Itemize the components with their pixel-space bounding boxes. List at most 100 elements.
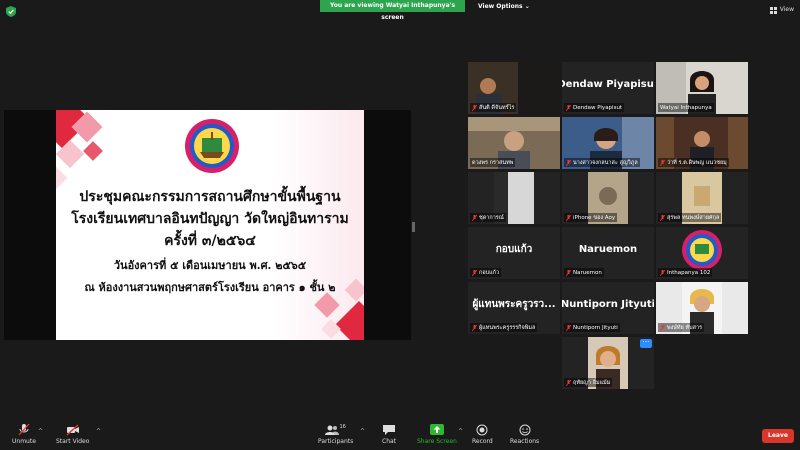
- mic-muted-icon: [472, 104, 477, 111]
- mic-muted-icon: [472, 214, 477, 221]
- mic-muted-icon: [18, 424, 30, 436]
- participant-display-name: กอบแก้ว: [495, 243, 533, 255]
- participant-label: iPhone ของ Aoy: [564, 213, 618, 222]
- participant-label: Nuntiporn Jityuti: [564, 323, 620, 332]
- participant-display-name: Nuntiporn Jityuti: [562, 298, 654, 310]
- participants-label: Participants: [318, 438, 354, 445]
- participant-display-name: Dendaw Piyapisut: [562, 78, 654, 90]
- presentation-slide: ประชุมคณะกรรมการสถานศึกษาขั้นพื้นฐาน โรง…: [56, 110, 364, 340]
- slide-decoration: [83, 141, 103, 161]
- participant-name: ชุดาการณ์: [479, 214, 504, 221]
- participant-name: Naruemon: [573, 269, 602, 276]
- participant-name: Nuntiporn Jityuti: [573, 324, 618, 331]
- chat-button[interactable]: Chat: [382, 424, 396, 445]
- participant-name: Inthapanya 102: [667, 269, 711, 276]
- chat-icon: [383, 425, 396, 435]
- slide-date-line: วันอังคารที่ ๕ เดือนเมษายน พ.ศ. ๒๕๖๕: [113, 259, 307, 272]
- participant-tile[interactable]: ··· ฤทัยญา อิ่มแม้ม: [562, 337, 654, 389]
- school-logo-icon: [185, 119, 239, 173]
- mic-muted-icon: [566, 269, 571, 276]
- reactions-label: Reactions: [510, 438, 540, 445]
- participant-label: นางสาวจงกลนาสะ สูญวิภูล: [564, 158, 640, 167]
- participant-name: พงษ์ทัย ทับสาร: [667, 324, 703, 331]
- leave-button[interactable]: Leave: [762, 429, 794, 443]
- slide-decoration: [334, 300, 364, 340]
- slide-decoration: [314, 292, 340, 318]
- shared-screen[interactable]: ประชุมคณะกรรมการสถานศึกษาขั้นพื้นฐาน โรง…: [4, 110, 411, 340]
- participant-label: ดวงพร กราสนทพ: [470, 158, 516, 167]
- chevron-down-icon: ⌄: [524, 3, 530, 10]
- participant-tile[interactable]: ดวงพร กราสนทพ: [468, 117, 560, 169]
- participant-name: สุรพล ทนพงษ์สายศกุล: [667, 214, 720, 221]
- share-screen-icon: [429, 424, 444, 435]
- chevron-up-icon[interactable]: ^: [458, 428, 463, 435]
- reactions-button[interactable]: Reactions: [510, 424, 539, 445]
- smiley-icon: [519, 424, 531, 436]
- participant-name: นางสาวจงกลนาสะ สูญวิภูล: [573, 159, 638, 166]
- participant-label: Dendaw Piyapisut: [564, 103, 625, 112]
- grid-icon: [769, 6, 777, 14]
- mic-muted-icon: [566, 104, 571, 111]
- view-options-label: View Options: [478, 3, 523, 10]
- chat-label: Chat: [382, 438, 397, 445]
- mic-muted-icon: [472, 324, 477, 331]
- participant-tile[interactable]: นางสาวจงกลนาสะ สูญวิภูล: [562, 117, 654, 169]
- slide-title-line1: ประชุมคณะกรรมการสถานศึกษาขั้นพื้นฐาน: [79, 189, 341, 205]
- unmute-label: Unmute: [12, 438, 36, 445]
- participant-tile-active-speaker[interactable]: Watyai Inthapunya: [656, 62, 748, 114]
- participant-tile[interactable]: Inthapanya 102: [656, 227, 748, 279]
- participant-name: กอบแก้ว: [479, 269, 500, 276]
- share-screen-label: Share Screen: [417, 438, 457, 445]
- participant-tile[interactable]: ผู้แทนพระครูวรว... ผู้แทนพระครูรรรกิจพิม…: [468, 282, 560, 334]
- record-icon: [476, 424, 488, 436]
- participant-label: ว่าที่ ร.ต.ดิษพญ แนวชยมุ: [658, 158, 729, 167]
- chevron-up-icon[interactable]: ^: [38, 428, 43, 435]
- mic-muted-icon: [660, 269, 665, 276]
- participant-label: พงษ์ทัย ทับสาร: [658, 323, 705, 332]
- participant-tile[interactable]: สันติ ดีจันทร์ไร: [468, 62, 560, 114]
- chevron-up-icon[interactable]: ^: [96, 428, 101, 435]
- participant-name: ผู้แทนพระครูรรรกิจพิมล: [479, 324, 536, 331]
- participant-name: ดวงพร กราสนทพ: [472, 159, 514, 166]
- participant-tile[interactable]: ว่าที่ ร.ต.ดิษพญ แนวชยมุ: [656, 117, 748, 169]
- record-label: Record: [472, 438, 493, 445]
- slide-title-line3: ครั้งที่ ๓/๒๕๖๔: [164, 233, 256, 249]
- participant-tile[interactable]: iPhone ของ Aoy: [562, 172, 654, 224]
- participant-label: ชุดาการณ์: [470, 213, 506, 222]
- participant-label: Watyai Inthapunya: [658, 103, 714, 112]
- participant-name: Dendaw Piyapisut: [573, 104, 623, 111]
- participant-name: สันติ ดีจันทร์ไร: [479, 104, 515, 111]
- zoom-window: You are viewing Watyai Inthapunya's scre…: [0, 0, 800, 450]
- participant-tile[interactable]: สุรพล ทนพงษ์สายศกุล: [656, 172, 748, 224]
- shield-icon[interactable]: [6, 6, 16, 17]
- participant-tile[interactable]: Nuntiporn Jityuti Nuntiporn Jityuti: [562, 282, 654, 334]
- mic-muted-icon: [566, 379, 571, 386]
- participant-tile[interactable]: ชุดาการณ์: [468, 172, 560, 224]
- start-video-label: Start Video: [56, 438, 90, 445]
- chevron-up-icon[interactable]: ^: [360, 428, 365, 435]
- participant-tile[interactable]: กอบแก้ว กอบแก้ว: [468, 227, 560, 279]
- record-button[interactable]: Record: [472, 424, 493, 445]
- participants-button[interactable]: 16 Participants: [318, 424, 353, 445]
- mic-muted-icon: [660, 214, 665, 221]
- video-off-icon: [66, 424, 79, 436]
- participant-display-name: Naruemon: [578, 243, 638, 255]
- participants-icon: [325, 425, 340, 435]
- mic-muted-icon: [566, 324, 571, 331]
- participant-tile[interactable]: Dendaw Piyapisut Dendaw Piyapisut: [562, 62, 654, 114]
- participant-name: Watyai Inthapunya: [660, 104, 712, 111]
- participant-label: สุรพล ทนพงษ์สายศกุล: [658, 213, 722, 222]
- share-screen-button[interactable]: Share Screen: [417, 424, 457, 445]
- split-divider-handle[interactable]: [412, 222, 415, 232]
- participant-name: ฤทัยญา อิ่มแม้ม: [573, 379, 611, 386]
- participant-tile[interactable]: Naruemon Naruemon: [562, 227, 654, 279]
- more-options-button[interactable]: ···: [640, 339, 652, 348]
- participant-tile[interactable]: พงษ์ทัย ทับสาร: [656, 282, 748, 334]
- start-video-button[interactable]: Start Video: [56, 424, 89, 445]
- participant-name: iPhone ของ Aoy: [573, 214, 616, 221]
- viewing-banner: You are viewing Watyai Inthapunya's scre…: [320, 0, 465, 21]
- view-button[interactable]: View: [769, 4, 794, 16]
- slide-location-line: ณ ห้องงานสวนพฤกษศาสตร์โรงเรียน อาคาร ๑ ช…: [84, 281, 336, 294]
- unmute-button[interactable]: Unmute: [12, 424, 36, 445]
- view-options-button[interactable]: View Options ⌄: [478, 1, 530, 12]
